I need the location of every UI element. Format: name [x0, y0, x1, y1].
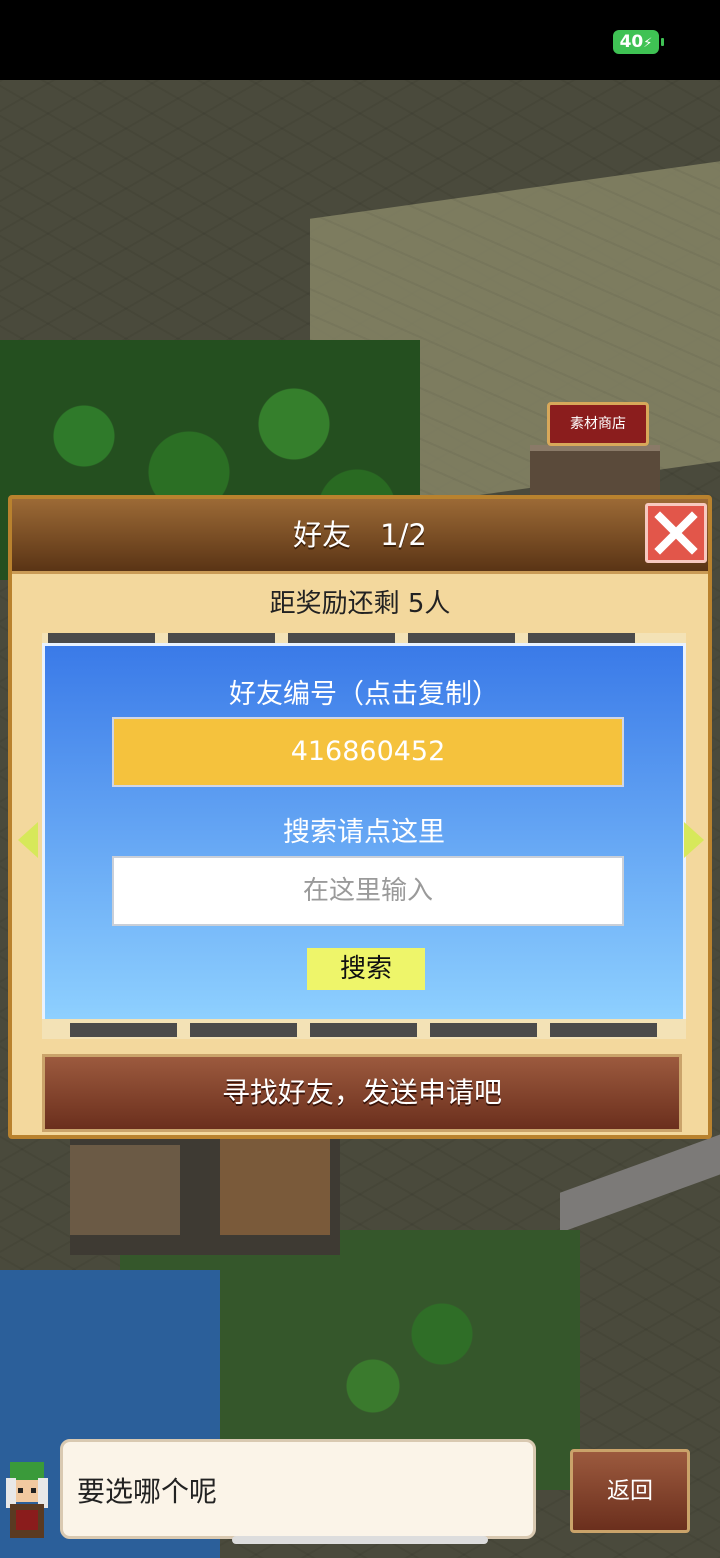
- reward-remaining-text: 距奖励还剩 5人: [269, 589, 451, 619]
- battery-tip: [661, 38, 664, 46]
- find-friends-button[interactable]: 寻找好友，发送申请吧: [42, 1054, 682, 1132]
- arrow-left-icon[interactable]: [18, 822, 38, 858]
- friends-dialog: 好友 1/2 距奖励还剩 5人 好友编号（点击复制） 416860452 搜索请…: [8, 495, 712, 1139]
- arrow-right-icon[interactable]: [684, 822, 704, 858]
- friend-id-copy-box[interactable]: 416860452: [112, 717, 624, 787]
- speech-bubble: 要选哪个呢: [60, 1439, 536, 1539]
- status-bar: 40⚡: [0, 0, 720, 80]
- material-shop-sign[interactable]: 素材商店: [547, 402, 649, 446]
- map-road: [560, 1127, 720, 1233]
- close-icon: [654, 511, 698, 555]
- back-button[interactable]: 返回: [570, 1449, 690, 1533]
- friend-slot-row-bottom: [42, 1019, 686, 1039]
- search-label: 搜索请点这里: [283, 817, 445, 848]
- dialog-title: 好友 1/2: [293, 518, 427, 552]
- battery-charging-icon: 40⚡: [613, 30, 659, 54]
- character-avatar-icon: [6, 1462, 48, 1538]
- speech-area: 要选哪个呢 返回: [0, 1436, 720, 1558]
- dialog-header: 好友 1/2: [12, 499, 708, 574]
- friend-search-input[interactable]: [112, 856, 624, 926]
- map-town: [70, 1135, 340, 1255]
- friend-id-label: 好友编号（点击复制）: [229, 679, 499, 710]
- close-button[interactable]: [645, 503, 707, 563]
- home-indicator[interactable]: [232, 1536, 488, 1544]
- friend-search-panel: 好友编号（点击复制） 416860452 搜索请点这里 搜索: [42, 643, 686, 1023]
- battery-level: 40: [619, 32, 644, 52]
- search-button[interactable]: 搜索: [307, 948, 425, 990]
